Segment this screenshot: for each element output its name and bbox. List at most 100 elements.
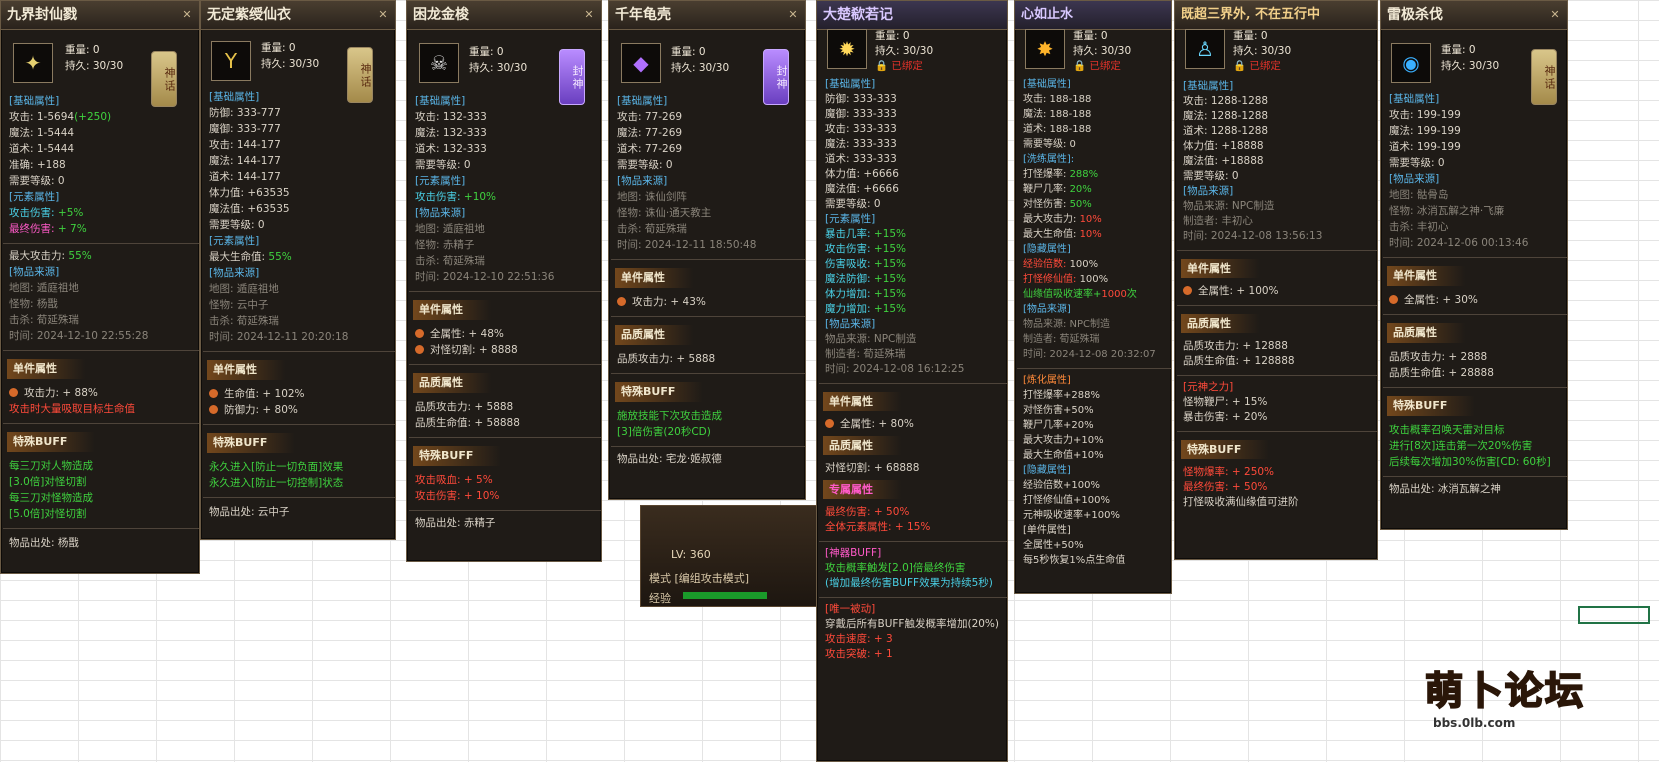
attribute-row: 攻击: 188-188 [1023,94,1092,105]
attribute-row: 全属性: + 100% [1183,284,1371,299]
item-title: 既超三界外, 不在五行中 [1175,1,1377,30]
divider [409,437,601,438]
attribute-row: 地图: 骷骨岛 [1389,189,1449,201]
lock-icon: 🔒 [1233,60,1247,72]
durability-text: 持久: 30/30 [875,45,934,57]
attribute-row: 元神吸收速率+100% [1023,510,1120,521]
attribute-row: 攻击突破: + 1 [825,648,893,660]
attribute-row: 魔法: 1288-1288 [1183,110,1269,122]
attribute-row: 体力值: +6666 [825,168,899,180]
single-attr-header: 单件属性 [413,300,491,320]
attribute-row: 怪物爆率: + 250% [1183,466,1275,478]
single-attr-header: 单件属性 [1181,259,1259,278]
attribute-row: 最大攻击力: 10% [1023,214,1102,225]
shell-icon: ◆ [621,43,661,83]
attribute-row: 攻击伤害: + 10% [415,490,500,502]
lock-icon: 🔒 [875,60,889,72]
attribute-row: 最大攻击力+10% [1023,435,1104,446]
divider [409,291,601,292]
attribute-row: [基础属性] [415,95,466,107]
divider [1177,305,1377,306]
bullet-icon [415,345,424,354]
attribute-row: [基础属性] [209,91,260,103]
attribute-row: [物品来源] [209,267,260,279]
close-icon[interactable]: ✕ [787,9,799,21]
weight-text: 重量: 0 [875,30,910,42]
attribute-row: 进行[8次]连击第一次20%伤害 [1389,440,1533,452]
attribute-row: [物品来源] [617,175,668,187]
close-icon[interactable]: ✕ [181,9,193,21]
attribute-row: 全属性: + 80% [825,417,1001,432]
attribute-row: 防御: 333-777 [209,107,281,119]
attribute-row: 魔力增加: +15% [825,303,907,315]
attribute-row: [唯一被动] [825,603,876,615]
close-icon[interactable]: ✕ [377,9,389,21]
item-tooltip-leiji: 雷极杀伐 ✕ ◉ 重量: 0 持久: 30/30 神话 [基础属性] 攻击: 1… [1380,0,1568,530]
divider [1383,476,1567,477]
attribute-list: [基础属性] 攻击: 1288-1288 魔法: 1288-1288 道术: 1… [1177,79,1377,510]
attribute-row: 需要等级: 0 [1183,170,1239,182]
quality-header: 品质属性 [413,373,491,393]
attribute-row: 攻击力: + 43% [617,294,799,310]
figure-icon: ♙ [1185,29,1225,69]
attribute-row: 怪物: 诛仙·通天教主 [617,207,712,219]
quality-header: 品质属性 [823,436,901,455]
attribute-row: 时间: 2024-12-11 18:50:48 [617,239,757,251]
attribute-row: 全属性+50% [1023,540,1084,551]
quality-header: 品质属性 [1181,314,1259,333]
attribute-row: 每三刀对人物造成 [9,460,93,472]
weight-text: 重量: 0 [1233,30,1268,42]
attack-mode-value[interactable]: [编组攻击模式] [675,572,750,585]
bullet-icon [9,388,18,397]
selected-cell[interactable] [1578,606,1650,624]
attribute-row: 全属性: + 30% [1389,292,1561,308]
attribute-row: 攻击: 1-5694(+250) [9,111,112,123]
close-icon[interactable]: ✕ [583,9,595,21]
attribute-row: 道术: 1-5444 [9,143,75,155]
weight-text: 重量: 0 [65,44,100,56]
bullet-icon [209,405,218,414]
attribute-row: [元素属性] [825,213,876,225]
single-attr-header: 单件属性 [823,392,901,411]
attribute-list: [基础属性] 防御: 333-333 魔御: 333-333 攻击: 333-3… [819,77,1007,662]
attribute-list: [基础属性] 攻击: 77-269 魔法: 77-269 道术: 77-269 … [611,93,805,467]
attribute-row: 怪物: 赤精子 [415,239,475,251]
weight-text: 重量: 0 [261,42,296,54]
attribute-row: 需要等级: 0 [415,159,471,171]
attribute-row: 攻击: 132-333 [415,111,487,123]
attribute-row: 道术: 144-177 [209,171,281,183]
attribute-row: 攻击时大量吸取目标生命值 [9,403,135,415]
divider [611,316,805,317]
attribute-row: 怪物: 云中子 [209,299,269,311]
thunder-orb-icon: ◉ [1391,43,1431,83]
close-icon[interactable]: ✕ [1549,9,1561,21]
attribute-row: [元素属性] [209,235,260,247]
attribute-row: 魔法值: +18888 [1183,155,1264,167]
attribute-list: [基础属性] 防御: 333-777 魔御: 333-777 攻击: 144-1… [203,89,395,520]
durability-text: 持久: 30/30 [1233,45,1292,57]
forum-logo: 萌卜论坛 bbs.0lb.com [1424,660,1655,760]
attribute-row: [3]倍伤害(20秒CD) [617,426,711,438]
attribute-row: 魔法: 188-188 [1023,109,1092,120]
item-title: 大楚欷若记 [817,1,1007,30]
attribute-row: 道术: 199-199 [1389,141,1461,153]
sun-icon: ✹ [827,29,867,69]
attribute-row: 全属性: + 48% [415,326,595,342]
attribute-row: 时间: 2024-12-10 22:55:28 [9,330,149,342]
attribute-row: 制造者: 荀延殊瑞 [1023,334,1100,345]
attribute-row: 攻击伤害: +10% [415,191,497,203]
attribute-row: [隐藏属性] [1023,244,1071,255]
attribute-row: 最终伤害: + 50% [1183,481,1268,493]
attribute-row: 道术: 188-188 [1023,124,1092,135]
attribute-row: [单件属性] [1023,525,1071,536]
divider [611,373,805,374]
attribute-list: [基础属性] 攻击: 1-5694(+250) 魔法: 1-5444 道术: 1… [3,93,199,551]
attribute-row: 品质攻击力: + 5888 [415,401,514,413]
attribute-row: 攻击伤害: +15% [825,243,907,255]
attribute-row: [基础属性] [825,78,876,90]
attribute-row: 品质生命值: + 58888 [415,417,520,429]
attribute-row: 攻击伤害: +5% [9,207,84,219]
attribute-row: 需要等级: 0 [1389,157,1445,169]
attribute-row: 魔法防御: +15% [825,273,907,285]
attribute-row: 体力值: +63535 [209,187,290,199]
